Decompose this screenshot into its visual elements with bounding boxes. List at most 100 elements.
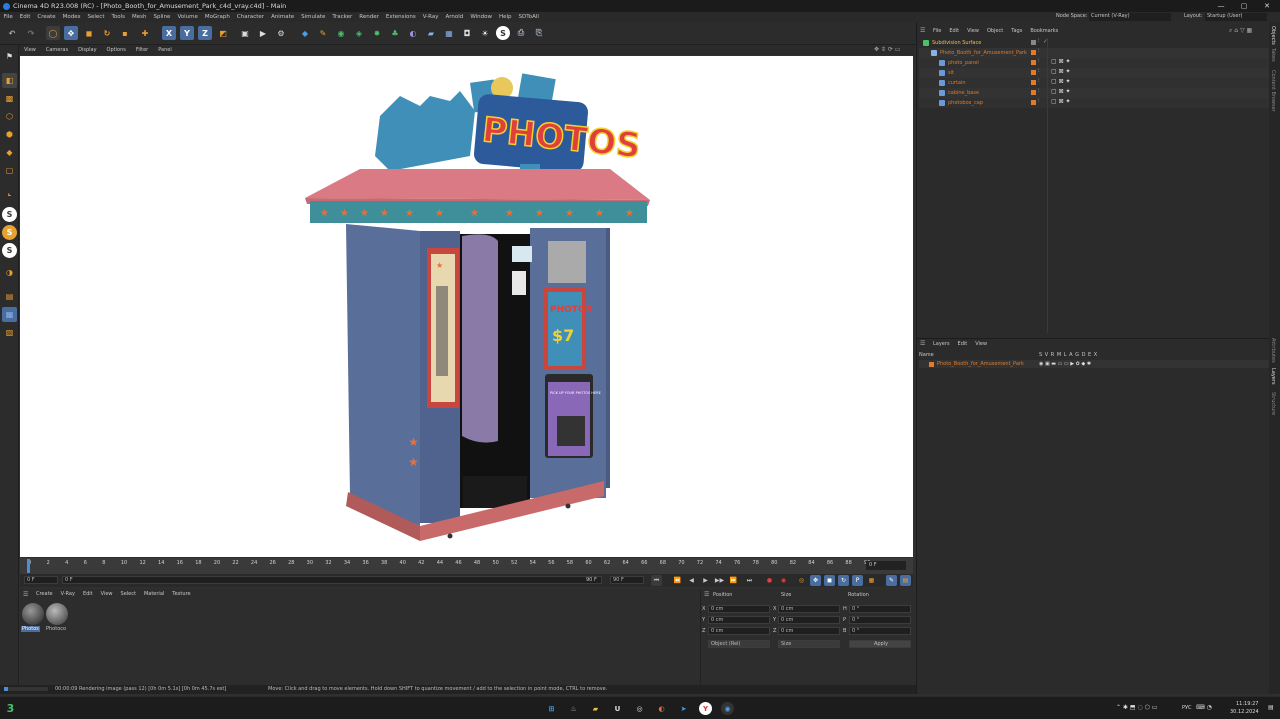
play-icon[interactable]: ▶ — [700, 575, 711, 586]
layer-swatch[interactable] — [1031, 50, 1036, 55]
next-key-icon[interactable]: ⏩ — [728, 575, 739, 586]
menu-help[interactable]: Help — [496, 14, 516, 20]
vray-light-icon[interactable]: S — [2, 207, 17, 222]
layer-swatch[interactable] — [1031, 90, 1036, 95]
menu-spline[interactable]: Spline — [150, 14, 174, 20]
layers-menu-icon[interactable]: ☰ — [920, 340, 925, 347]
objects-menu-file[interactable]: File — [929, 28, 945, 34]
size-x-field[interactable]: 0 cm — [778, 605, 840, 613]
language-indicator[interactable]: РУС — [1182, 705, 1192, 711]
undo-icon[interactable]: ↶ — [5, 26, 19, 40]
floor-icon[interactable]: ▰ — [424, 26, 438, 40]
make-editable-icon[interactable]: ⚑ — [2, 49, 17, 64]
key-rotation-icon[interactable]: ↻ — [838, 575, 849, 586]
layer-swatch[interactable] — [1031, 60, 1036, 65]
visibility-dots-icon[interactable]: ⁝ — [1038, 58, 1040, 64]
menu-extensions[interactable]: Extensions — [382, 14, 419, 20]
goto-end-icon[interactable]: ⏭ — [744, 575, 755, 586]
visibility-dots-icon[interactable]: ⁝ — [1038, 48, 1040, 54]
telegram-icon[interactable]: ➤ — [677, 702, 690, 715]
keyframe-selection-icon[interactable]: ◎ — [796, 575, 807, 586]
start-icon[interactable]: ⊞ — [545, 702, 558, 715]
layer-swatch[interactable] — [1031, 100, 1036, 105]
layer-swatch[interactable] — [1031, 40, 1036, 45]
menu-edit[interactable]: Edit — [16, 14, 34, 20]
viewport-nav-icons[interactable]: ✥ ⇕ ⟳ ▭ — [874, 46, 900, 53]
auto-key-icon[interactable]: ◉ — [778, 575, 789, 586]
size-z-field[interactable]: 0 cm — [778, 627, 840, 635]
layers-menu-view[interactable]: View — [971, 341, 991, 347]
obs-icon[interactable]: ◎ — [633, 702, 646, 715]
menu-mograph[interactable]: MoGraph — [201, 14, 233, 20]
record-icon[interactable]: ● — [764, 575, 775, 586]
tag-icons[interactable]: ▢ ⊠ ✦ — [1051, 98, 1071, 105]
rotate-icon[interactable]: ↻ — [100, 26, 114, 40]
side-tab-objects[interactable]: Objects — [1270, 26, 1276, 45]
z-axis-icon[interactable]: Z — [198, 26, 212, 40]
vray-icon[interactable]: S — [496, 26, 510, 40]
next-frame-icon[interactable]: ▶▶ — [714, 575, 725, 586]
material-menu-v-ray[interactable]: V-Ray — [57, 591, 79, 597]
viewport-menu-cameras[interactable]: Cameras — [41, 47, 73, 53]
object-row[interactable]: curtain ⁝ ▢ ⊠ ✦ — [919, 78, 1269, 88]
edges-mode-icon[interactable]: ⬢ — [2, 127, 17, 142]
menu-character[interactable]: Character — [233, 14, 267, 20]
rot-b-field[interactable]: 0 ° — [849, 627, 911, 635]
vray-material-icon[interactable]: S — [2, 225, 17, 240]
start-frame-field[interactable]: 0 F — [24, 576, 58, 584]
recent-tools-icon[interactable]: ▪ — [118, 26, 132, 40]
pen-icon[interactable]: ✎ — [316, 26, 330, 40]
menu-modes[interactable]: Modes — [59, 14, 84, 20]
widgets-icon[interactable]: 3 — [4, 702, 17, 715]
notification-icon[interactable]: ▤ — [1268, 704, 1274, 711]
visibility-dots-icon[interactable]: ⁝ — [1038, 78, 1040, 84]
apply-button[interactable]: Apply — [849, 640, 911, 648]
objects-toolbar-icons[interactable]: ⌕ ⌂ ▽ ▦ — [1229, 27, 1252, 35]
polygons-mode-icon[interactable]: ◆ — [2, 145, 17, 160]
coordinate-system-icon[interactable]: ◩ — [216, 26, 230, 40]
texture-mode-icon[interactable]: ▩ — [2, 91, 17, 106]
motion-system-icon[interactable]: ✎ — [886, 575, 897, 586]
end-frame-field[interactable]: 90 F — [610, 576, 644, 584]
layer-flags-icons[interactable]: ◉ ▣ ▬ ▭ ▭ ▶ ✿ ◆ ✱ — [1039, 361, 1091, 367]
current-frame-field[interactable]: 0 F — [866, 561, 906, 570]
visibility-dots-icon[interactable]: ⁝ — [1038, 88, 1040, 94]
side-tab-layers[interactable]: Layers — [1270, 368, 1276, 385]
move-icon[interactable]: ✥ — [64, 26, 78, 40]
layers-menu-edit[interactable]: Edit — [954, 341, 972, 347]
objects-menu-edit[interactable]: Edit — [945, 28, 963, 34]
objects-menu-object[interactable]: Object — [983, 28, 1007, 34]
menu-create[interactable]: Create — [34, 14, 59, 20]
menu-volume[interactable]: Volume — [174, 14, 201, 20]
render-view-icon[interactable]: ▣ — [238, 26, 252, 40]
menu-simulate[interactable]: Simulate — [298, 14, 329, 20]
maximize-button[interactable]: ▢ — [1233, 0, 1255, 12]
side-tab-content-browser[interactable]: Content Browser — [1270, 70, 1276, 112]
viewport-menu-view[interactable]: View — [19, 47, 41, 53]
menu-v-ray[interactable]: V-Ray — [419, 14, 442, 20]
workplane-icon[interactable]: ▤ — [2, 289, 17, 304]
cinema4d-icon[interactable]: ◉ — [721, 702, 734, 715]
clock-time[interactable]: 11:19:27 — [1236, 701, 1258, 707]
tag-icons[interactable]: ▢ ⊠ ✦ — [1051, 78, 1071, 85]
material-menu-select[interactable]: Select — [117, 591, 140, 597]
subdivision-icon[interactable]: ◉ — [334, 26, 348, 40]
objects-menu-view[interactable]: View — [963, 28, 983, 34]
material-menu-edit[interactable]: Edit — [79, 591, 97, 597]
layer-swatch[interactable] — [1031, 80, 1036, 85]
locked-workplane-icon[interactable]: ▧ — [2, 325, 17, 340]
tag-icons[interactable]: ▢ ⊠ ✦ — [1051, 88, 1071, 95]
generator-icon[interactable]: ◈ — [352, 26, 366, 40]
material-thumb-photoco[interactable] — [46, 603, 68, 625]
menu-render[interactable]: Render — [356, 14, 383, 20]
snap-icon[interactable]: ◑ — [2, 265, 17, 280]
render-settings-icon[interactable]: ⚙ — [274, 26, 288, 40]
visibility-dots-icon[interactable]: ⁝ — [1038, 98, 1040, 104]
side-tab-attributes[interactable]: Attributes — [1270, 338, 1276, 363]
goto-start-icon[interactable]: ⏮ — [651, 575, 662, 586]
material-menu-texture[interactable]: Texture — [168, 591, 194, 597]
camera-icon[interactable]: ◘ — [460, 26, 474, 40]
menu-icon[interactable]: ☰ — [23, 591, 28, 598]
vray-proxy-icon[interactable]: S — [2, 243, 17, 258]
size-y-field[interactable]: 0 cm — [778, 616, 840, 624]
